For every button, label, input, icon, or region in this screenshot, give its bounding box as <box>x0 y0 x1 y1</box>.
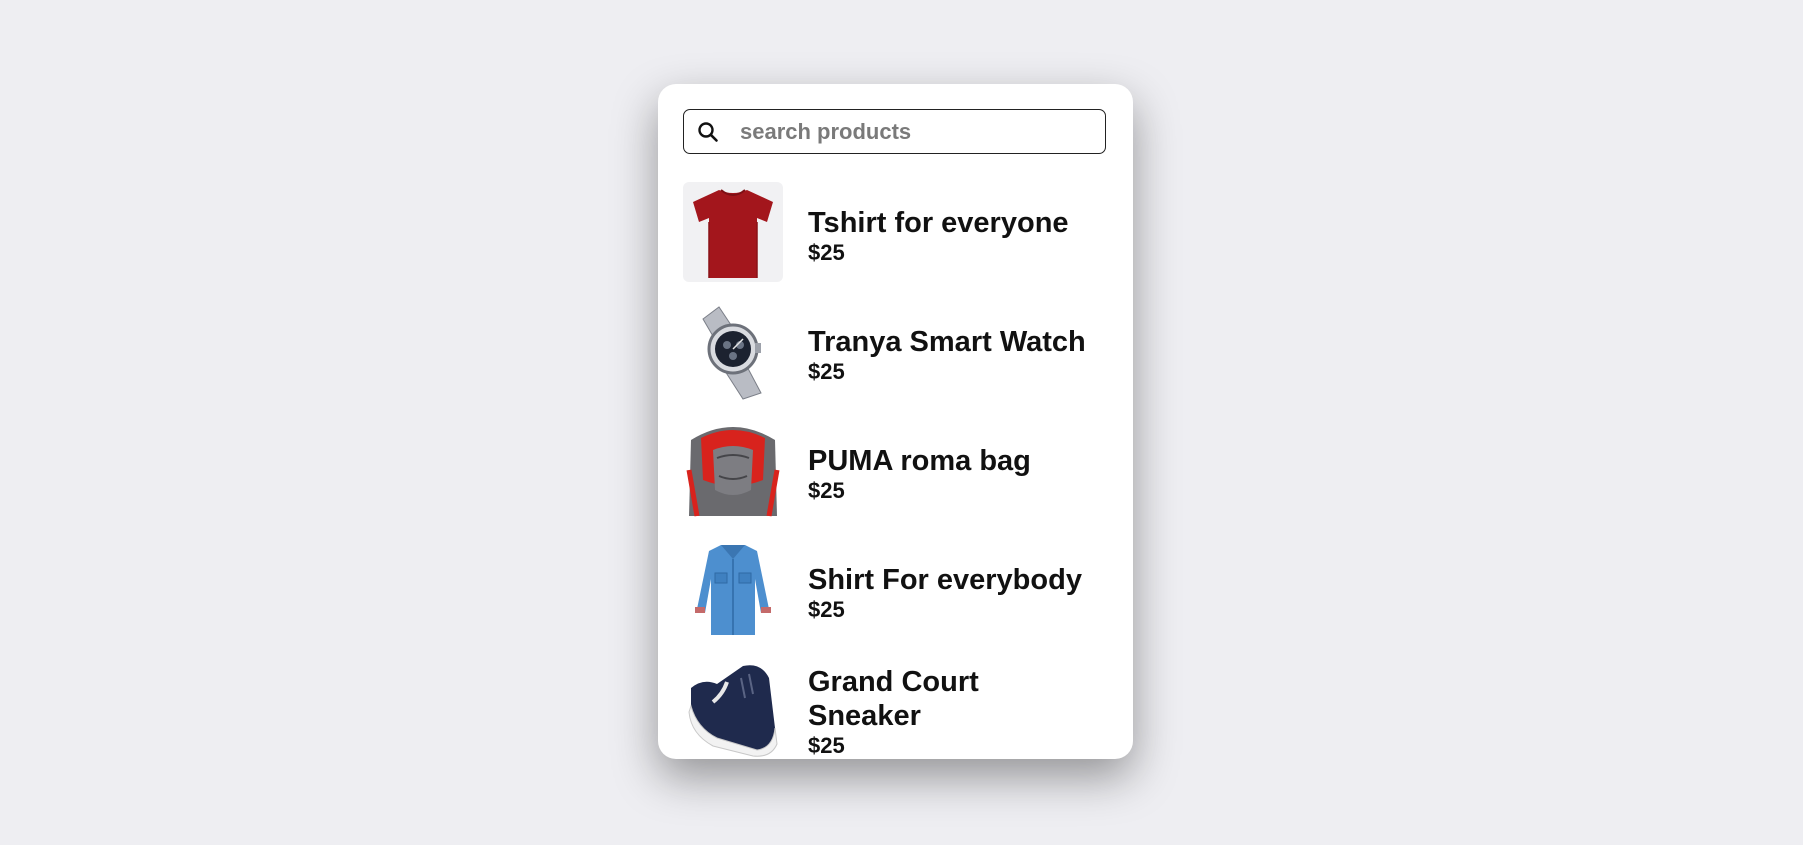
product-info: Tshirt for everyone $25 <box>808 198 1098 266</box>
product-name[interactable]: Grand Court Sneaker <box>808 665 1098 733</box>
product-price: $25 <box>808 597 845 622</box>
product-image-backpack <box>683 420 783 520</box>
product-name[interactable]: Tranya Smart Watch <box>808 325 1098 359</box>
product-price: $25 <box>808 240 845 265</box>
product-name[interactable]: Tshirt for everyone <box>808 206 1098 240</box>
product-info: Shirt For everybody $25 <box>808 555 1098 623</box>
product-name[interactable]: PUMA roma bag <box>808 444 1098 478</box>
list-item[interactable]: PUMA roma bag $25 <box>683 420 1113 520</box>
product-name[interactable]: Shirt For everybody <box>808 563 1098 597</box>
list-item[interactable]: Tranya Smart Watch $25 <box>683 301 1113 401</box>
search-icon[interactable] <box>684 109 732 154</box>
search-input[interactable] <box>740 118 1090 145</box>
product-price: $25 <box>808 359 845 384</box>
product-info: PUMA roma bag $25 <box>808 436 1098 504</box>
list-item[interactable]: Tshirt for everyone $25 <box>683 182 1113 282</box>
list-item[interactable]: Grand Court Sneaker $25 <box>683 658 1113 758</box>
product-image-sneaker <box>683 658 783 758</box>
product-info: Tranya Smart Watch $25 <box>808 317 1098 385</box>
product-price: $25 <box>808 478 845 503</box>
product-image-watch <box>683 301 783 401</box>
product-info: Grand Court Sneaker $25 <box>808 657 1098 759</box>
search-box[interactable] <box>683 109 1106 154</box>
product-list[interactable]: Tshirt for everyone $25 Tranya Smart Wat… <box>683 182 1113 759</box>
product-search-card: Tshirt for everyone $25 <box>658 84 1133 759</box>
list-item[interactable]: Shirt For everybody $25 <box>683 539 1113 639</box>
product-image-shirt <box>683 539 783 639</box>
product-image-tshirt <box>683 182 783 282</box>
product-price: $25 <box>808 733 845 758</box>
